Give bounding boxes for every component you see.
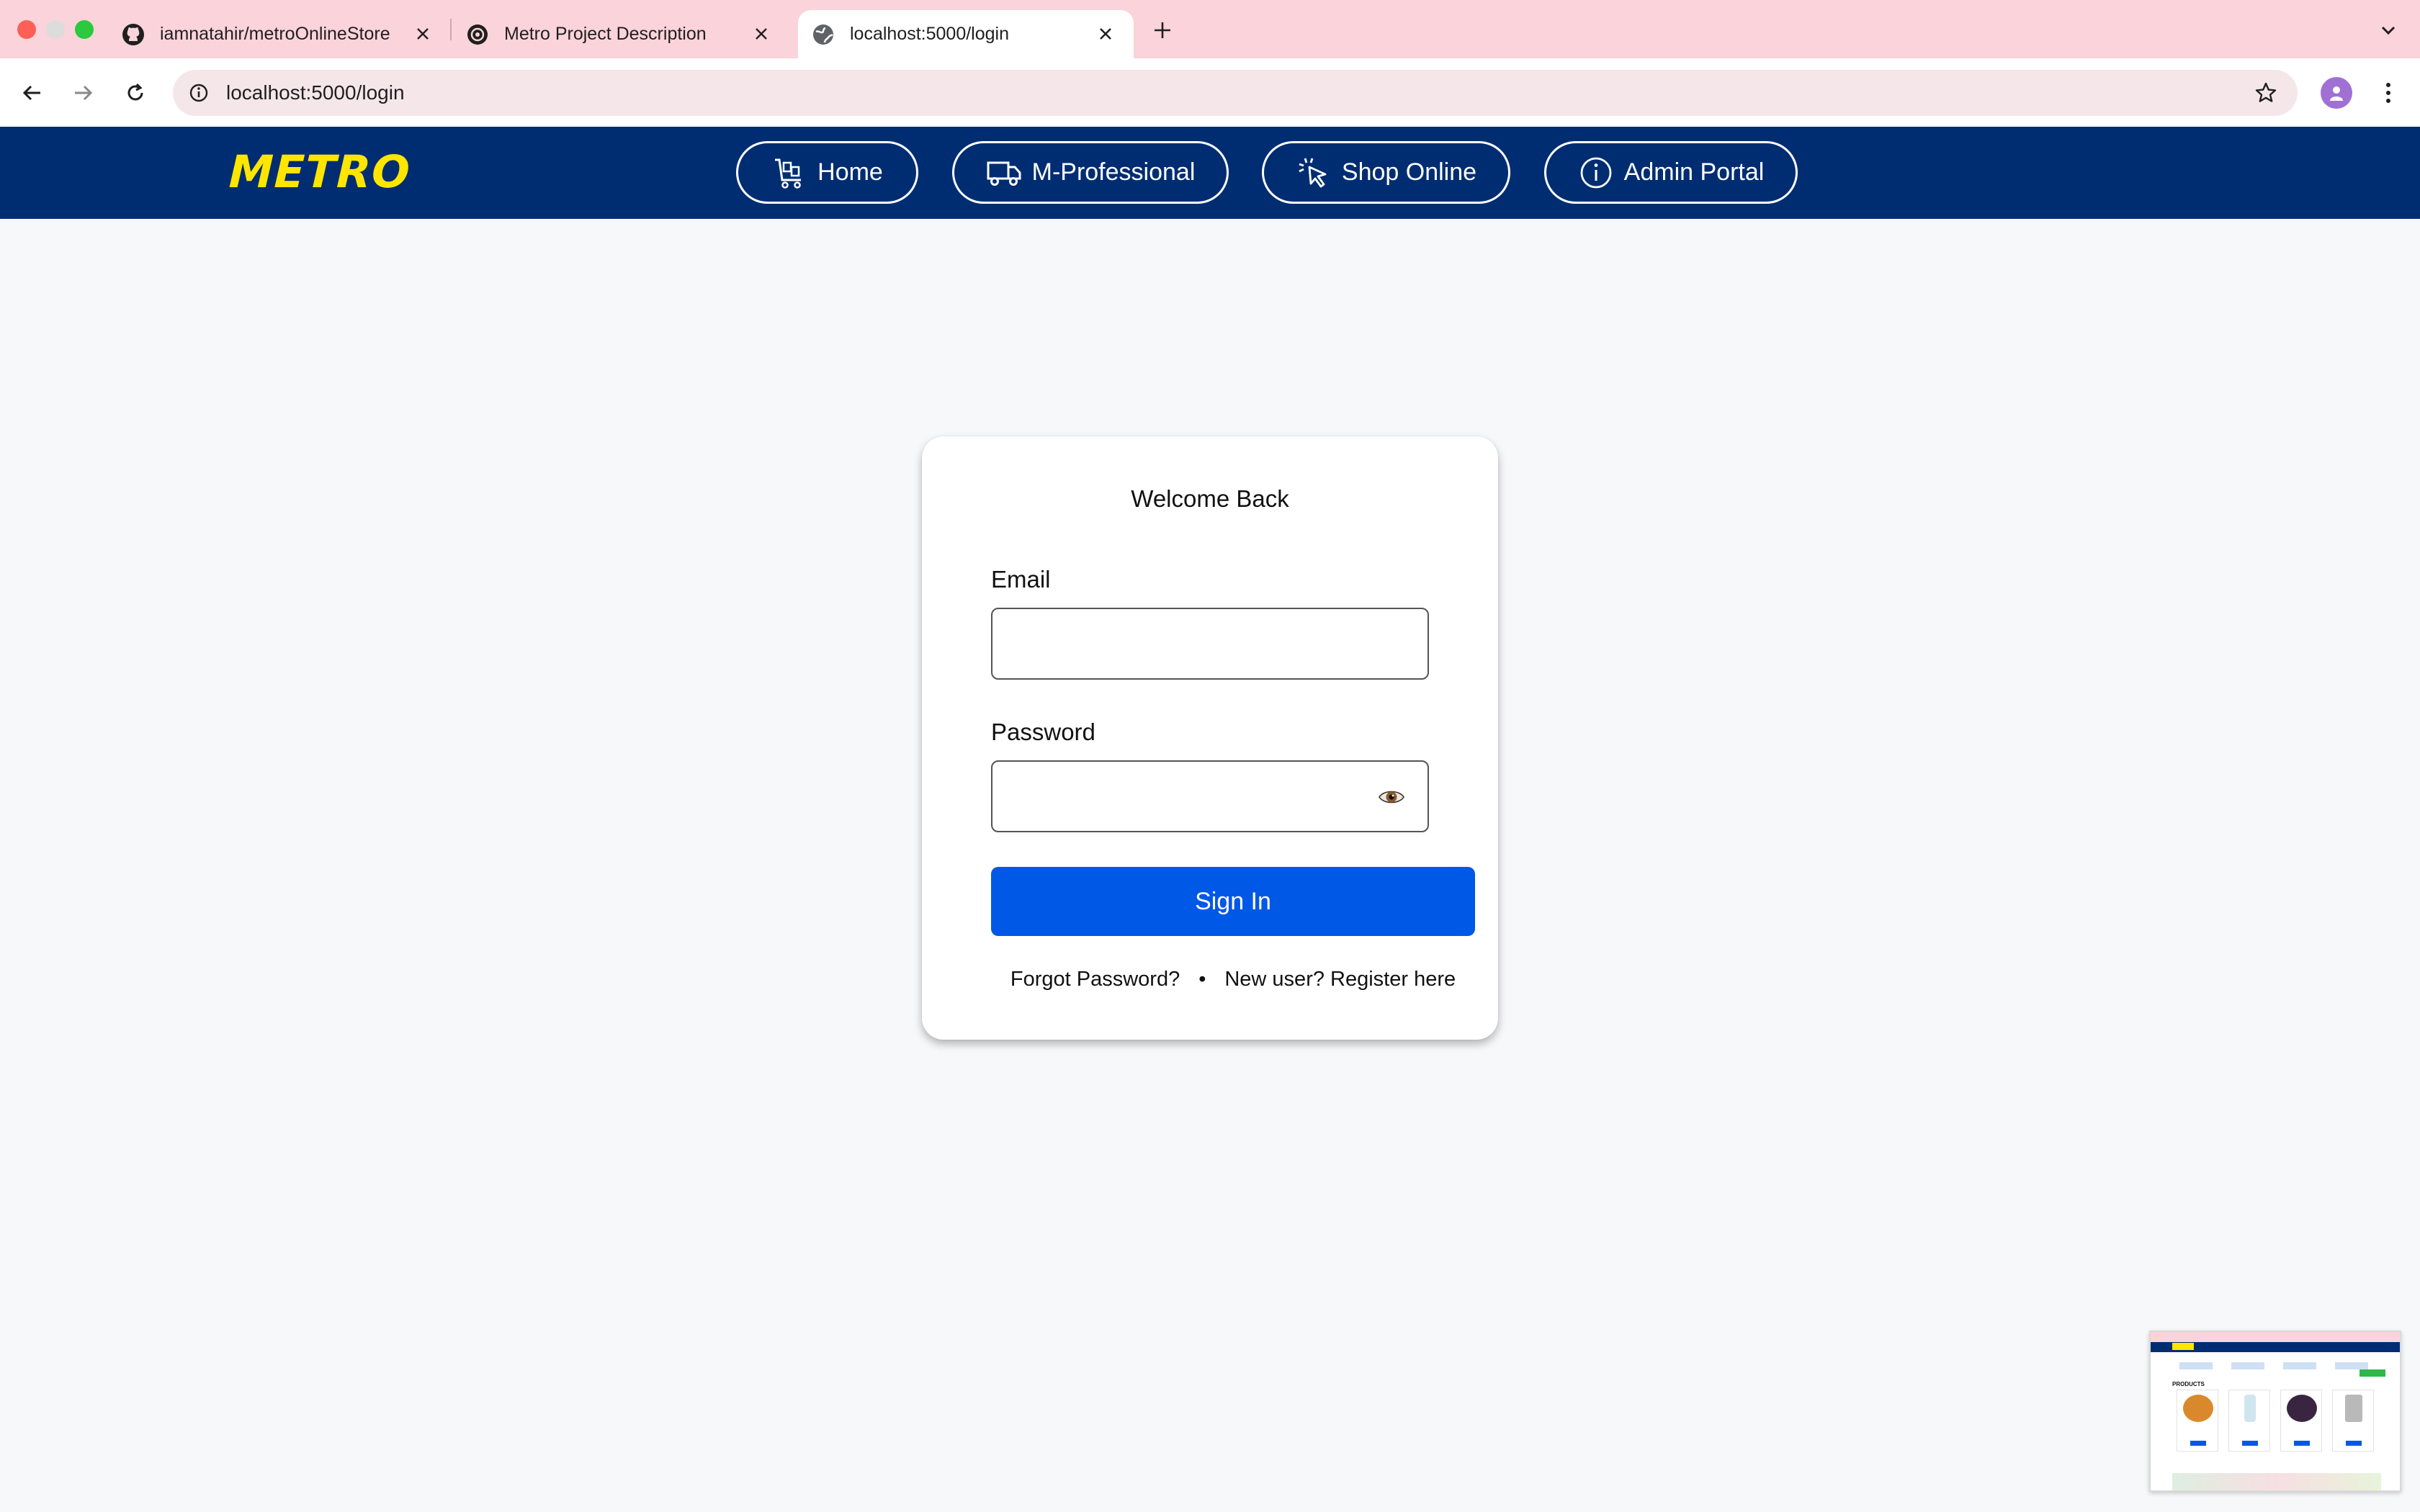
thumbnail-category: [2231, 1362, 2264, 1369]
nav-home-label: Home: [817, 158, 883, 186]
screenshot-thumbnail-preview[interactable]: PRODUCTS: [2149, 1331, 2401, 1492]
thumbnail-banner: [2172, 1473, 2381, 1490]
forgot-password-link[interactable]: Forgot Password?: [1010, 968, 1180, 991]
close-icon[interactable]: [1093, 22, 1118, 46]
chevron-down-icon: [2381, 26, 2396, 35]
thumbnail-product-card: [2280, 1390, 2322, 1452]
nav-admin-portal-label: Admin Portal: [1623, 158, 1765, 186]
more-vertical-icon: [2386, 83, 2390, 103]
arrow-left-icon: [22, 85, 40, 101]
tab-title: Metro Project Description: [504, 24, 707, 44]
thumbnail-badge: [2360, 1369, 2385, 1377]
tab-divider: [450, 19, 452, 40]
thumbnail-product-image: [2244, 1395, 2256, 1422]
email-label: Email: [991, 566, 1051, 593]
globe-icon: [811, 22, 835, 47]
nav-home-button[interactable]: Home: [736, 141, 918, 204]
thumbnail-product-card: [2332, 1390, 2374, 1452]
site-header: METRO Home M-Professional Shop Online Ad…: [0, 127, 2420, 219]
tab-title: localhost:5000/login: [850, 24, 1009, 44]
info-icon: [1578, 155, 1614, 191]
profile-avatar[interactable]: [2321, 77, 2352, 109]
github-icon: [121, 22, 145, 47]
metro-logo[interactable]: METRO: [228, 145, 411, 198]
eye-icon[interactable]: [1377, 785, 1406, 809]
thumbnail-product-button: [2190, 1441, 2206, 1446]
bookmark-star-icon[interactable]: [2249, 76, 2283, 110]
thumbnail-product-button: [2346, 1441, 2362, 1446]
site-info-icon[interactable]: [182, 76, 216, 110]
address-bar[interactable]: localhost:5000/login: [173, 70, 2298, 116]
thumbnail-product-image: [2183, 1395, 2213, 1422]
thumbnail-product-image: [2345, 1395, 2362, 1422]
password-field[interactable]: [991, 760, 1429, 832]
thumbnail-category: [2283, 1362, 2316, 1369]
browser-toolbar: localhost:5000/login: [0, 58, 2420, 127]
thumbnail-product-button: [2294, 1441, 2310, 1446]
thumbnail-category: [2335, 1362, 2368, 1369]
window-close-button[interactable]: [17, 20, 36, 39]
thumbnail-product-card: [2228, 1390, 2270, 1452]
thumbnail-category: [2179, 1362, 2213, 1369]
truck-icon: [986, 155, 1022, 191]
reload-button[interactable]: [118, 76, 153, 110]
thumbnail-logo: [2172, 1343, 2194, 1350]
browser-tab-project-description[interactable]: Metro Project Description: [465, 10, 789, 58]
new-tab-button[interactable]: [1148, 16, 1177, 45]
tab-search-button[interactable]: [2374, 16, 2403, 45]
nav-m-professional-label: M-Professional: [1031, 158, 1196, 186]
back-button[interactable]: [14, 76, 49, 110]
openai-icon: [465, 22, 490, 47]
nav-shop-online-button[interactable]: Shop Online: [1262, 141, 1510, 204]
browser-tab-bar: iamnatahir/metroOnlineStore Metro Projec…: [0, 0, 2420, 58]
auth-links: Forgot Password? • New user? Register he…: [991, 968, 1475, 991]
link-separator: •: [1198, 968, 1206, 991]
nav-shop-online-label: Shop Online: [1341, 158, 1477, 186]
reload-icon: [127, 83, 143, 101]
thumbnail-chrome: [2151, 1332, 2400, 1342]
user-icon: [2330, 86, 2343, 101]
email-field[interactable]: [991, 608, 1429, 680]
tab-title: iamnatahir/metroOnlineStore: [160, 24, 390, 44]
window-minimize-button[interactable]: [46, 20, 65, 39]
close-icon[interactable]: [411, 22, 435, 46]
password-label: Password: [991, 719, 1095, 745]
thumbnail-product-button: [2242, 1441, 2258, 1446]
register-link[interactable]: New user? Register here: [1224, 968, 1456, 991]
nav-admin-portal-button[interactable]: Admin Portal: [1544, 141, 1798, 204]
forward-button[interactable]: [66, 76, 101, 110]
browser-tab-login[interactable]: localhost:5000/login: [798, 10, 1134, 58]
browser-tab-github[interactable]: iamnatahir/metroOnlineStore: [121, 10, 451, 58]
arrow-right-icon: [75, 85, 93, 101]
sign-in-button[interactable]: Sign In: [991, 867, 1475, 936]
plus-icon: [1155, 22, 1170, 38]
thumbnail-section-title: PRODUCTS: [2172, 1381, 2205, 1387]
thumbnail-product-card: [2177, 1390, 2218, 1452]
cart-icon: [771, 155, 807, 191]
close-icon[interactable]: [749, 22, 774, 46]
click-cursor-icon: [1296, 155, 1332, 191]
browser-menu-button[interactable]: [2371, 76, 2406, 110]
window-maximize-button[interactable]: [75, 20, 94, 39]
login-title: Welcome Back: [1131, 485, 1289, 512]
url-text[interactable]: localhost:5000/login: [226, 81, 405, 104]
login-card: Welcome Back Email Password Sign In Forg…: [922, 436, 1498, 1040]
thumbnail-product-image: [2287, 1395, 2317, 1422]
nav-m-professional-button[interactable]: M-Professional: [952, 141, 1229, 204]
